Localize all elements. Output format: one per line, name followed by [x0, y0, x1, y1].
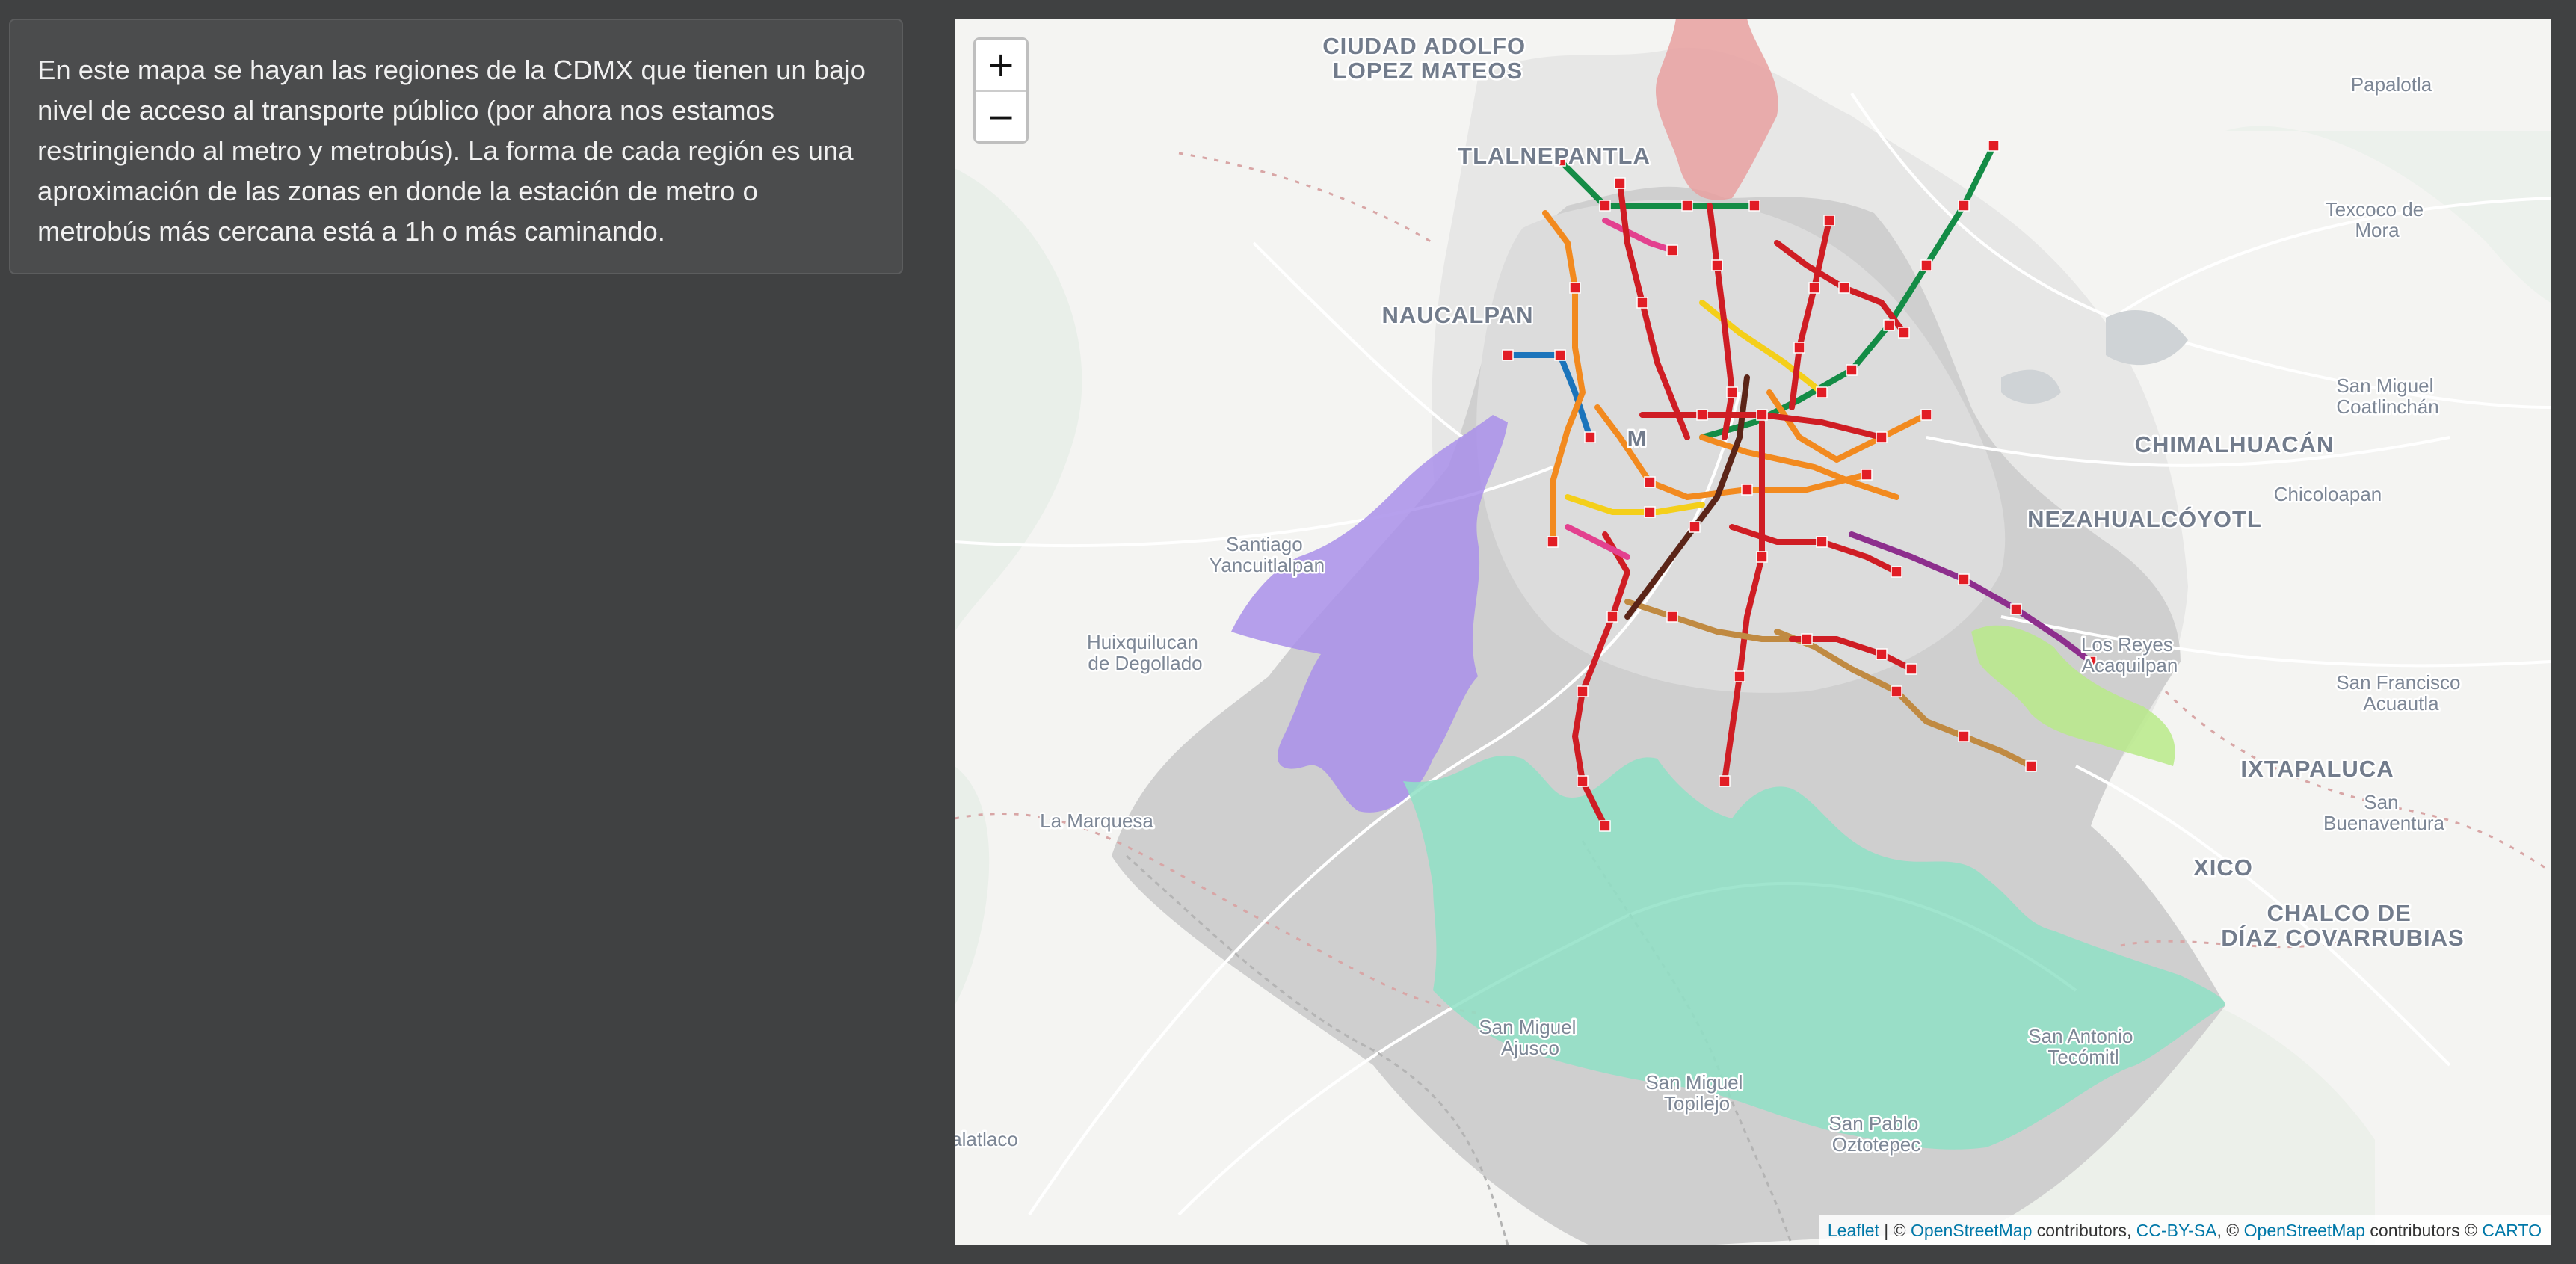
label-chicoloapan: Chicoloapan — [2274, 483, 2382, 505]
label-papalotla: Papalotla — [2351, 73, 2432, 96]
stop-marker — [1958, 200, 1970, 212]
zoom-control: + − — [973, 37, 1029, 144]
label-huixquilucan: Huixquilucan de Degollado — [1087, 631, 1204, 674]
label-nezahualcoyotl: NEZAHUALCÓYOTL — [2027, 505, 2262, 532]
stop-marker — [1823, 215, 1835, 226]
stop-marker — [1726, 386, 1738, 398]
stop-marker — [1577, 685, 1589, 697]
stop-marker — [1958, 730, 1970, 742]
stop-marker — [2025, 760, 2037, 772]
stop-marker — [1861, 469, 1873, 481]
stop-marker — [1891, 685, 1902, 697]
attribution-separator: , © — [2216, 1221, 2244, 1240]
stop-marker — [1958, 573, 1970, 585]
stop-marker — [1816, 386, 1828, 398]
zoom-in-button[interactable]: + — [976, 40, 1026, 90]
info-text: En este mapa se hayan las regiones de la… — [37, 55, 866, 247]
cc-by-sa-link[interactable]: CC-BY-SA — [2136, 1221, 2217, 1240]
attribution-text: contributors, — [2032, 1221, 2136, 1240]
stop-marker — [1606, 611, 1618, 623]
leaflet-link[interactable]: Leaflet — [1828, 1221, 1879, 1240]
stop-marker — [1614, 177, 1626, 189]
label-naucalpan: NAUCALPAN — [1381, 302, 1533, 328]
stop-marker — [1905, 663, 1917, 675]
info-panel: En este mapa se hayan las regiones de la… — [9, 19, 903, 274]
stop-marker — [1554, 349, 1566, 361]
label-santiago: Santiago Yancuitlalpan — [1210, 533, 1325, 576]
label-ciudad-adolfo: CIUDAD ADOLFO LOPEZ MATEOS — [1322, 33, 1533, 84]
stop-marker — [1696, 409, 1708, 421]
stop-marker — [1689, 521, 1701, 533]
stop-marker — [1666, 244, 1678, 256]
attribution-text: contributors © — [2365, 1221, 2483, 1240]
stop-marker — [1734, 670, 1745, 682]
map-canvas[interactable]: CIUDAD ADOLFO LOPEZ MATEOS TLALNEPANTLA … — [955, 19, 2551, 1245]
stop-marker — [1920, 259, 1932, 271]
stop-marker — [1801, 633, 1813, 645]
stop-marker — [1502, 349, 1514, 361]
openstreetmap-link[interactable]: OpenStreetMap — [2244, 1221, 2365, 1240]
zoom-out-button[interactable]: − — [976, 90, 1026, 141]
stop-marker — [1719, 775, 1731, 787]
stop-marker — [1756, 409, 1768, 421]
label-palatlaco: alatlaco — [955, 1128, 1018, 1150]
stop-marker — [1741, 484, 1753, 496]
stop-marker — [1644, 476, 1656, 488]
label-san-pablo: San Pablo Oztotepec — [1828, 1112, 1923, 1156]
label-tlalnepantla: TLALNEPANTLA — [1458, 143, 1651, 169]
label-la-marquesa: La Marquesa — [1040, 810, 1153, 832]
stop-marker — [1793, 342, 1805, 354]
label-ixtapaluca: IXTAPALUCA — [2240, 756, 2394, 782]
stop-marker — [1599, 200, 1611, 212]
stop-marker — [1816, 536, 1828, 548]
stop-marker — [1577, 775, 1589, 787]
stop-marker — [1547, 536, 1559, 548]
stop-marker — [1569, 282, 1581, 294]
stop-marker — [1876, 431, 1888, 443]
stop-marker — [1666, 611, 1678, 623]
attribution-separator: | © — [1879, 1221, 1911, 1240]
stop-marker — [1838, 282, 1850, 294]
label-xico: XICO — [2193, 854, 2253, 881]
stop-marker — [1920, 409, 1932, 421]
stop-marker — [1988, 140, 2000, 152]
stop-marker — [1756, 551, 1768, 563]
stop-marker — [2010, 603, 2022, 615]
label-san-miguel-coatlinchan: San Miguel Coatlinchán — [2336, 374, 2438, 418]
openstreetmap-link[interactable]: OpenStreetMap — [1911, 1221, 2032, 1240]
stop-marker — [1681, 200, 1693, 212]
map-container[interactable]: CIUDAD ADOLFO LOPEZ MATEOS TLALNEPANTLA … — [955, 19, 2551, 1245]
stop-marker — [1891, 566, 1902, 578]
stop-marker — [1846, 364, 1858, 376]
stop-marker — [1876, 648, 1888, 660]
stop-marker — [1599, 820, 1611, 832]
stop-marker — [1748, 200, 1760, 212]
map-attribution: Leaflet | © OpenStreetMap contributors, … — [1818, 1215, 2551, 1245]
carto-link[interactable]: CARTO — [2482, 1221, 2542, 1240]
stop-marker — [1711, 259, 1723, 271]
stop-marker — [1808, 282, 1820, 294]
stop-marker — [1636, 297, 1648, 309]
label-chimalhuacan: CHIMALHUACÁN — [2135, 431, 2335, 457]
stop-marker — [1584, 431, 1596, 443]
stop-marker — [1883, 319, 1895, 331]
label-los-reyes: Los Reyes Acaquilpan — [2081, 633, 2178, 676]
label-mexico: M — [1627, 425, 1648, 451]
stop-marker — [1898, 327, 1910, 339]
stop-marker — [1644, 506, 1656, 518]
